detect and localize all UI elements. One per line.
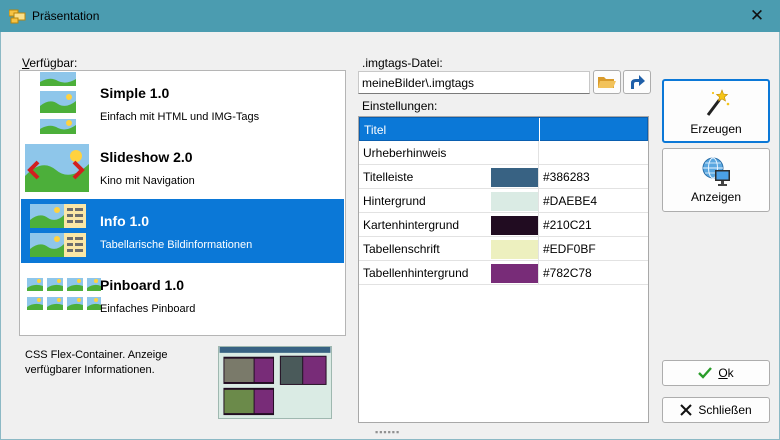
item-title: Info 1.0 [100,213,150,229]
resize-grip[interactable]: ▪▪▪▪▪▪ [375,427,400,437]
item-subtitle: Tabellarische Bildinformationen [100,239,253,251]
setting-name: Urheberhinweis [363,146,447,160]
window-title: Präsentation [32,9,100,23]
item-subtitle: Einfaches Pinboard [100,303,196,315]
column-divider [538,165,539,188]
color-swatch[interactable] [491,240,539,259]
checkmark-icon [698,367,713,379]
show-button[interactable]: Anzeigen [662,148,770,212]
item-title: Pinboard 1.0 [100,277,185,293]
magic-wand-icon [706,89,730,116]
imgtags-file-input[interactable] [358,71,590,94]
color-swatch[interactable] [491,264,539,283]
x-icon [680,404,693,416]
settings-label: Einstellungen: [362,99,438,113]
close-label: Schließen [698,403,752,417]
available-label: Verfügbar: [22,56,78,70]
setting-value: #210C21 [543,218,592,232]
settings-row-background[interactable]: Hintergrund #DAEBE4 [359,189,648,213]
setting-name: Hintergrund [363,194,426,208]
setting-name: Tabellenhintergrund [363,266,469,280]
slideshow-thumbnail-icon [25,144,89,192]
settings-row-card-background[interactable]: Kartenhintergrund #210C21 [359,213,648,237]
settings-row-table-font[interactable]: Tabellenschrift #EDF0BF [359,237,648,261]
title-bar: Präsentation ✕ [0,0,780,32]
settings-row-table-background[interactable]: Tabellenhintergrund #782C78 [359,261,648,285]
file-label: .imgtags-Datei: [362,56,443,70]
setting-value: #782C78 [543,266,592,280]
browse-folder-button[interactable] [593,70,621,94]
description-text: CSS Flex-Container. Anzeige verfügbarer … [25,349,168,376]
list-item-info[interactable]: Info 1.0 Tabellarische Bildinformationen [21,199,344,263]
setting-name: Tabellenschrift [363,242,440,256]
item-subtitle: Kino mit Navigation [100,175,195,187]
setting-name: Titel [364,123,387,137]
settings-row-credit[interactable]: Urheberhinweis [359,141,648,165]
setting-name: Kartenhintergrund [363,218,460,232]
color-swatch[interactable] [491,168,539,187]
list-item-simple[interactable]: Simple 1.0 Einfach mit HTML und IMG-Tags [21,71,344,135]
column-divider [538,237,539,260]
presentation-list[interactable]: Simple 1.0 Einfach mit HTML und IMG-Tags… [19,70,346,336]
open-file-button[interactable] [623,70,651,94]
settings-row-titlebar[interactable]: Titelleiste #386283 [359,165,648,189]
color-swatch[interactable] [491,192,539,211]
close-button[interactable]: ✕ [734,0,780,32]
setting-value: #EDF0BF [543,242,596,256]
settings-row-title[interactable]: Titel [359,117,648,141]
folder-open-icon [598,77,616,88]
close-icon: ✕ [749,6,765,25]
info-thumbnail-icon [30,204,86,257]
column-divider [538,189,539,212]
color-swatch[interactable] [491,216,539,235]
list-item-slideshow[interactable]: Slideshow 2.0 Kino mit Navigation [21,135,344,199]
create-button[interactable]: Erzeugen [662,79,770,143]
item-title: Simple 1.0 [100,85,170,101]
pinboard-thumbnail-icon [27,278,101,310]
item-title: Slideshow 2.0 [100,149,193,165]
ok-button[interactable]: Ok [662,360,770,386]
item-subtitle: Einfach mit HTML und IMG-Tags [100,111,260,123]
close-dialog-button[interactable]: Schließen [662,397,770,423]
settings-table[interactable]: Titel Urheberhinweis Titelleiste #386283… [358,116,649,423]
globe-monitor-icon [702,157,730,186]
column-divider [538,141,539,164]
setting-value: #DAEBE4 [543,194,598,208]
ok-label: Ok [718,366,734,380]
column-divider [538,213,539,236]
column-divider [539,118,540,141]
list-item-pinboard[interactable]: Pinboard 1.0 Einfaches Pinboard [21,263,344,327]
create-label: Erzeugen [690,122,742,136]
presentation-app-icon [9,9,26,24]
redirect-arrow-icon [631,75,645,89]
column-divider [538,261,539,284]
show-label: Anzeigen [690,190,742,204]
preview-image [218,346,332,419]
setting-value: #386283 [543,170,590,184]
setting-name: Titelleiste [363,170,414,184]
simple-thumbnail-icon [40,72,76,134]
